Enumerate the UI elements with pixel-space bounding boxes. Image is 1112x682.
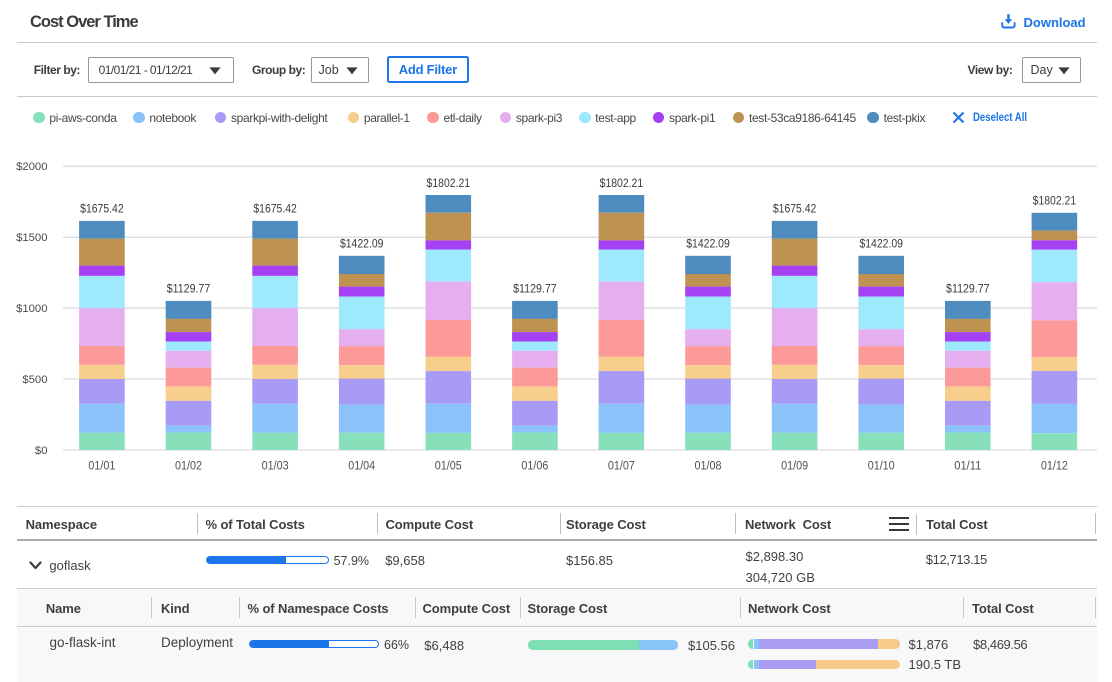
svg-text:$1675.42: $1675.42 xyxy=(253,204,297,216)
svg-text:01/11: 01/11 xyxy=(954,460,981,472)
svg-text:$1675.42: $1675.42 xyxy=(80,204,124,216)
svg-text:$1422.09: $1422.09 xyxy=(859,239,903,251)
svg-text:01/07: 01/07 xyxy=(608,460,635,472)
svg-text:$1802.21: $1802.21 xyxy=(427,178,471,190)
svg-text:01/10: 01/10 xyxy=(868,460,895,472)
svg-text:$1129.77: $1129.77 xyxy=(513,284,557,296)
svg-text:$0: $0 xyxy=(35,445,48,457)
svg-text:$1000: $1000 xyxy=(16,303,47,315)
svg-text:$1129.77: $1129.77 xyxy=(946,284,990,296)
svg-text:01/08: 01/08 xyxy=(695,460,722,472)
svg-text:01/02: 01/02 xyxy=(175,460,202,472)
svg-text:$1129.77: $1129.77 xyxy=(167,284,211,296)
svg-text:01/01: 01/01 xyxy=(88,460,115,472)
svg-text:$1802.21: $1802.21 xyxy=(600,178,644,190)
svg-text:$1500: $1500 xyxy=(16,232,47,244)
svg-text:01/06: 01/06 xyxy=(521,460,548,472)
svg-text:01/12: 01/12 xyxy=(1041,460,1068,472)
svg-text:$2000: $2000 xyxy=(16,161,47,173)
svg-text:01/09: 01/09 xyxy=(781,460,808,472)
svg-text:01/05: 01/05 xyxy=(435,460,462,472)
svg-text:$500: $500 xyxy=(22,374,47,386)
svg-text:$1675.42: $1675.42 xyxy=(773,204,817,216)
svg-text:$1422.09: $1422.09 xyxy=(340,239,384,251)
svg-text:$1422.09: $1422.09 xyxy=(686,239,730,251)
svg-text:$1802.21: $1802.21 xyxy=(1033,196,1077,208)
svg-text:01/04: 01/04 xyxy=(348,460,376,472)
svg-text:01/03: 01/03 xyxy=(262,460,289,472)
